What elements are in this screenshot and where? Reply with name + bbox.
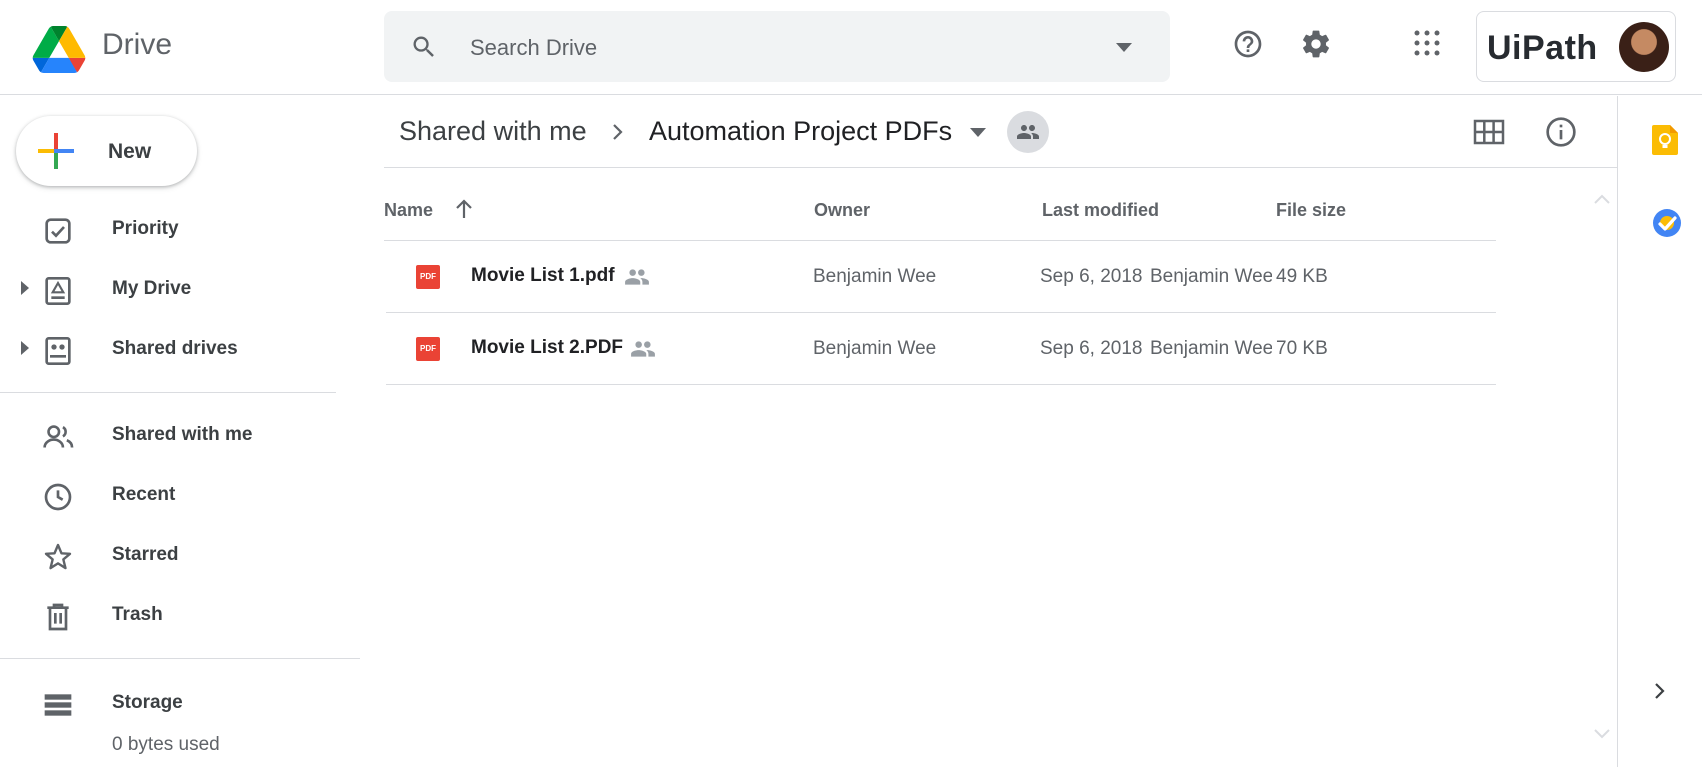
sidebar-item-recent[interactable]: Recent bbox=[0, 469, 340, 521]
shared-folder-badge[interactable] bbox=[1007, 111, 1049, 153]
file-name[interactable]: Movie List 1.pdf bbox=[471, 265, 615, 287]
file-modified-date: Sep 6, 2018 bbox=[1040, 266, 1143, 287]
sidebar-divider bbox=[0, 658, 360, 659]
tasks-icon[interactable] bbox=[1652, 208, 1682, 238]
sidebar-item-shared-with-me[interactable]: Shared with me bbox=[0, 409, 340, 461]
expand-arrow-icon[interactable] bbox=[20, 341, 30, 355]
search-input[interactable]: Search Drive bbox=[470, 35, 597, 61]
priority-check-icon bbox=[45, 218, 71, 244]
apps-grid-icon[interactable] bbox=[1412, 28, 1442, 58]
breadcrumb: Shared with me Automation Project PDFs bbox=[384, 96, 1617, 168]
storage-usage-text: 0 bytes used bbox=[112, 734, 220, 755]
file-size: 49 KB bbox=[1276, 266, 1328, 287]
column-header-name[interactable]: Name bbox=[384, 200, 433, 221]
expand-panel-chevron-icon[interactable] bbox=[1653, 680, 1667, 702]
table-row[interactable]: PDF Movie List 1.pdf Benjamin Wee Sep 6,… bbox=[386, 241, 1496, 313]
sidebar-item-label: Recent bbox=[112, 484, 176, 505]
file-modified-by: Benjamin Wee bbox=[1150, 266, 1272, 287]
sort-ascending-arrow-icon[interactable] bbox=[454, 198, 474, 220]
help-icon[interactable] bbox=[1232, 28, 1264, 60]
info-icon[interactable] bbox=[1545, 116, 1577, 148]
file-modified-by: Benjamin Wee bbox=[1150, 338, 1272, 359]
top-bar: Drive Search Drive UiPath bbox=[0, 0, 1702, 95]
breadcrumb-parent[interactable]: Shared with me bbox=[399, 116, 587, 147]
file-size: 70 KB bbox=[1276, 338, 1328, 359]
search-box[interactable]: Search Drive bbox=[384, 11, 1170, 82]
sidebar-item-my-drive[interactable]: My Drive bbox=[0, 263, 340, 315]
folder-menu-caret-icon[interactable] bbox=[970, 128, 986, 138]
table-row[interactable]: PDF Movie List 2.PDF Benjamin Wee Sep 6,… bbox=[386, 313, 1496, 385]
pdf-file-icon: PDF bbox=[416, 337, 440, 361]
sidebar-item-label: Priority bbox=[112, 218, 179, 239]
shared-people-icon bbox=[625, 269, 649, 285]
scroll-up-chevron-icon[interactable] bbox=[1593, 193, 1611, 205]
sidebar-item-shared-drives[interactable]: Shared drives bbox=[0, 323, 340, 375]
shared-drives-icon bbox=[45, 337, 71, 365]
trash-icon bbox=[47, 603, 69, 631]
sidebar-item-label: Trash bbox=[112, 604, 163, 625]
new-button-label: New bbox=[108, 140, 152, 163]
app-brand[interactable]: Drive bbox=[102, 28, 172, 62]
breadcrumb-current[interactable]: Automation Project PDFs bbox=[649, 116, 952, 147]
sidebar-item-storage[interactable]: Storage bbox=[0, 677, 340, 729]
star-icon bbox=[44, 543, 72, 570]
people-icon bbox=[1017, 125, 1039, 139]
clock-icon bbox=[44, 483, 72, 511]
file-modified-date: Sep 6, 2018 bbox=[1040, 338, 1143, 359]
sidebar-item-trash[interactable]: Trash bbox=[0, 589, 340, 641]
people-icon bbox=[43, 425, 74, 448]
sidebar-item-label: Starred bbox=[112, 544, 179, 565]
sidebar: New Priority My Drive Shared drives Shar… bbox=[0, 96, 360, 767]
sidebar-item-label: My Drive bbox=[112, 278, 192, 299]
column-header-last-modified[interactable]: Last modified bbox=[1042, 200, 1159, 221]
chevron-right-icon bbox=[613, 124, 623, 140]
file-owner: Benjamin Wee bbox=[813, 266, 937, 287]
file-name[interactable]: Movie List 2.PDF bbox=[471, 337, 623, 359]
org-logo: UiPath bbox=[1487, 29, 1598, 67]
pdf-file-icon: PDF bbox=[416, 265, 440, 289]
sidebar-item-label: Shared with me bbox=[112, 424, 253, 445]
account-switcher[interactable]: UiPath bbox=[1476, 11, 1676, 82]
grid-view-icon[interactable] bbox=[1473, 118, 1505, 146]
keep-icon[interactable] bbox=[1652, 125, 1678, 155]
settings-gear-icon[interactable] bbox=[1300, 28, 1332, 60]
new-button[interactable]: New bbox=[16, 116, 197, 186]
file-list-header: Name Owner Last modified File size bbox=[384, 168, 1496, 241]
sidebar-item-label: Shared drives bbox=[112, 338, 238, 359]
my-drive-icon bbox=[45, 277, 71, 305]
shared-people-icon bbox=[631, 341, 655, 357]
search-options-caret-icon[interactable] bbox=[1116, 43, 1132, 53]
file-owner: Benjamin Wee bbox=[813, 338, 937, 359]
plus-icon bbox=[38, 133, 74, 169]
side-panel bbox=[1617, 96, 1702, 767]
sidebar-item-label: Storage bbox=[112, 692, 183, 713]
expand-arrow-icon[interactable] bbox=[20, 281, 30, 295]
sidebar-item-starred[interactable]: Starred bbox=[0, 529, 340, 581]
column-header-owner[interactable]: Owner bbox=[814, 200, 870, 221]
avatar[interactable] bbox=[1619, 22, 1669, 72]
drive-logo-icon[interactable] bbox=[30, 26, 88, 73]
column-header-file-size[interactable]: File size bbox=[1276, 200, 1346, 221]
storage-icon bbox=[44, 694, 72, 716]
scroll-down-chevron-icon[interactable] bbox=[1593, 728, 1611, 740]
sidebar-divider bbox=[0, 392, 336, 393]
sidebar-item-priority[interactable]: Priority bbox=[0, 203, 340, 255]
search-icon[interactable] bbox=[410, 33, 438, 61]
